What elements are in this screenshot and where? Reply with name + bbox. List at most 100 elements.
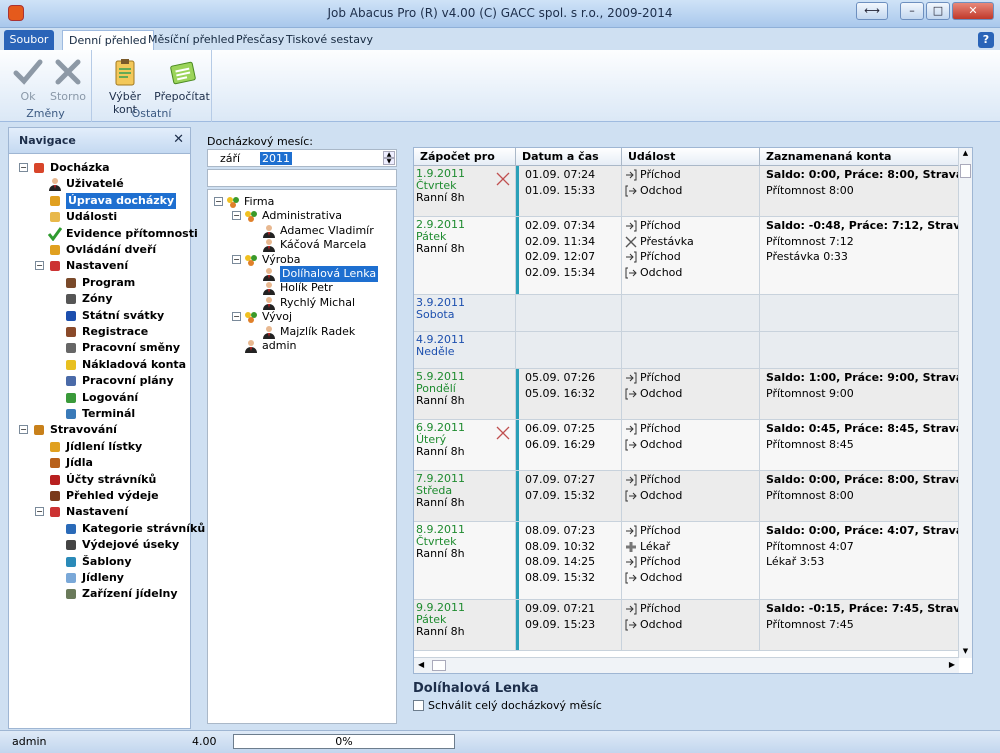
nav-item[interactable]: Účty strávníků	[9, 472, 189, 488]
day-shift: Ranní 8h	[416, 625, 465, 638]
scroll-thumb[interactable]	[960, 164, 971, 178]
nav-item[interactable]: − Docházka	[9, 160, 189, 176]
table-row[interactable]: 6.9.2011 Úterý Ranní 8h 06.09. 07:25 06.09. …	[414, 420, 972, 471]
collapse-icon[interactable]: −	[35, 507, 44, 517]
table-row[interactable]: 7.9.2011 Středa Ranní 8h 07.09. 07:27 07.09.…	[414, 471, 972, 522]
dispense-icon	[48, 489, 62, 503]
nav-item-label: Zařízení jídelny	[82, 587, 178, 601]
nav-item[interactable]: Jídlení lístky	[9, 439, 189, 455]
minimize-button[interactable]: –	[900, 2, 924, 20]
table-row[interactable]: 2.9.2011 Pátek Ranní 8h 02.09. 07:34 02.09. …	[414, 217, 972, 295]
table-row[interactable]: 9.9.2011 Pátek Ranní 8h 09.09. 07:21 09.09. …	[414, 600, 972, 651]
calculator-icon	[170, 61, 196, 85]
help-button[interactable]: ?	[978, 32, 994, 48]
checkbox-box[interactable]	[413, 700, 424, 711]
collapse-icon[interactable]: −	[19, 425, 28, 435]
nav-item[interactable]: − Stravování	[9, 422, 189, 438]
konto-line: Saldo: -0:15, Práce: 7:45, Strava: 0/0	[766, 602, 973, 615]
nav-item[interactable]: Uživatelé	[9, 176, 189, 192]
scroll-up-icon[interactable]: ▲	[960, 149, 971, 159]
nav-item[interactable]: Pracovní směny	[9, 340, 189, 356]
nav-item[interactable]: Události	[9, 209, 189, 225]
cell-datetime: 08.09. 07:23 08.09. 10:32 08.09. 14:25 08.0…	[516, 522, 622, 599]
nav-item[interactable]: Zařízení jídelny	[9, 586, 189, 602]
collapse-icon[interactable]: −	[35, 261, 44, 271]
scroll-down-icon[interactable]: ▼	[960, 647, 971, 657]
collapse-icon[interactable]: −	[232, 312, 241, 322]
arrival-icon	[625, 423, 637, 435]
tree-node[interactable]: admin	[208, 338, 394, 354]
event-label: Příchod	[640, 371, 681, 384]
tab-denni-prehled[interactable]: Denní přehled	[62, 30, 154, 50]
nav-item[interactable]: Zóny	[9, 291, 189, 307]
ok-button[interactable]: Ok	[10, 56, 46, 103]
col-header-udalost[interactable]: Událost	[622, 148, 760, 166]
nav-item[interactable]: − Nastavení	[9, 258, 189, 274]
spin-up-icon[interactable]: ▲	[383, 151, 395, 158]
collapse-icon[interactable]: −	[19, 163, 28, 172]
cell-datetime: 01.09. 07:24 01.09. 15:33	[516, 166, 622, 216]
nav-item[interactable]: Ovládání dveří	[9, 242, 189, 258]
collapse-icon[interactable]: −	[232, 254, 241, 264]
nav-item[interactable]: Registrace	[9, 324, 189, 340]
nav-item[interactable]: Šablony	[9, 554, 189, 570]
nav-item[interactable]: Přehled výdeje	[9, 488, 189, 504]
month-picker[interactable]: září 2011 ▲ ▼	[207, 149, 397, 167]
table-row[interactable]: 1.9.2011 Čtvrtek Ranní 8h 01.09. 07:24 01.09…	[414, 166, 972, 217]
nav-item-label: Šablony	[82, 554, 132, 568]
maximize-button[interactable]: □	[926, 2, 950, 20]
arrival-icon	[625, 525, 637, 537]
close-button[interactable]: ✕	[952, 2, 994, 20]
horizontal-scrollbar[interactable]: ◀ ▶	[414, 657, 959, 673]
table-row[interactable]: 4.9.2011 Neděle	[414, 332, 959, 369]
nav-item[interactable]: Nákladová konta	[9, 357, 189, 373]
nav-item[interactable]: Program	[9, 275, 189, 291]
collapse-icon[interactable]: −	[214, 197, 223, 206]
scroll-right-icon[interactable]: ▶	[949, 660, 955, 669]
approve-month-label: Schválit celý docházkový měsíc	[428, 699, 602, 712]
col-header-konta[interactable]: Zaznamenaná konta	[760, 148, 959, 166]
nav-item[interactable]: Logování	[9, 390, 189, 406]
filter-input[interactable]	[207, 169, 397, 187]
close-icon[interactable]: ✕	[173, 132, 184, 147]
nav-item[interactable]: Pracovní plány	[9, 373, 189, 389]
konto-line: Přítomnost 8:45	[766, 437, 854, 451]
table-row[interactable]: 5.9.2011 Pondělí Ranní 8h 05.09. 07:26 05.09…	[414, 369, 972, 420]
file-menu-button[interactable]: Soubor	[4, 30, 54, 50]
scroll-left-icon[interactable]: ◀	[418, 660, 424, 669]
vertical-scrollbar[interactable]: ▲ ▼	[958, 148, 972, 658]
tree-node-label: admin	[262, 339, 297, 352]
nav-item[interactable]: Jídla	[9, 455, 189, 471]
table-row[interactable]: 3.9.2011 Sobota	[414, 295, 959, 332]
cell-konta: Saldo: 1:00, Práce: 9:00, Strava: 0/0 Pří…	[760, 369, 972, 419]
nav-item[interactable]: Terminál	[9, 406, 189, 422]
arrival-icon	[625, 603, 637, 615]
tab-tiskove-sestavy[interactable]: Tiskové sestavy	[280, 30, 379, 50]
navigation-tree: − Docházka Uživatelé Úprava docházky Událost…	[9, 154, 205, 728]
nav-item[interactable]: Kategorie strávníků	[9, 521, 205, 537]
year-value[interactable]: 2011	[260, 152, 292, 165]
nav-item[interactable]: Evidence přítomnosti	[9, 226, 198, 242]
nav-item[interactable]: Jídleny	[9, 570, 189, 586]
cell-datetime: 06.09. 07:25 06.09. 16:29	[516, 420, 622, 470]
table-row[interactable]: 8.9.2011 Čtvrtek Ranní 8h 08.09. 07:23 08.09…	[414, 522, 972, 600]
nav-item-label: Terminál	[82, 407, 136, 420]
cell-day: 3.9.2011 Sobota	[414, 295, 516, 331]
col-header-zapocet[interactable]: Zápočet pro	[414, 148, 516, 166]
restore-arrows-button[interactable]: ⟷	[856, 2, 888, 20]
hscroll-thumb[interactable]	[432, 660, 446, 671]
nav-item[interactable]: Výdejové úseky	[9, 537, 189, 553]
nav-item[interactable]: − Nastavení	[9, 504, 189, 520]
tab-mesicni-prehled[interactable]: Měsíční přehled	[142, 30, 240, 50]
prepocitat-button[interactable]: Přepočítat	[154, 56, 210, 103]
col-header-datum[interactable]: Datum a čas	[516, 148, 622, 166]
spin-down-icon[interactable]: ▼	[383, 158, 395, 165]
storno-button[interactable]: Storno	[48, 56, 88, 103]
collapse-icon[interactable]: −	[232, 211, 241, 221]
month-value[interactable]: září	[220, 152, 240, 165]
nav-item[interactable]: Státní svátky	[9, 308, 189, 324]
nav-item-label: Jídla	[66, 456, 93, 470]
day-shift: Ranní 8h	[416, 191, 465, 204]
device-icon	[64, 587, 78, 601]
nav-item[interactable]: Úprava docházky	[9, 192, 189, 209]
